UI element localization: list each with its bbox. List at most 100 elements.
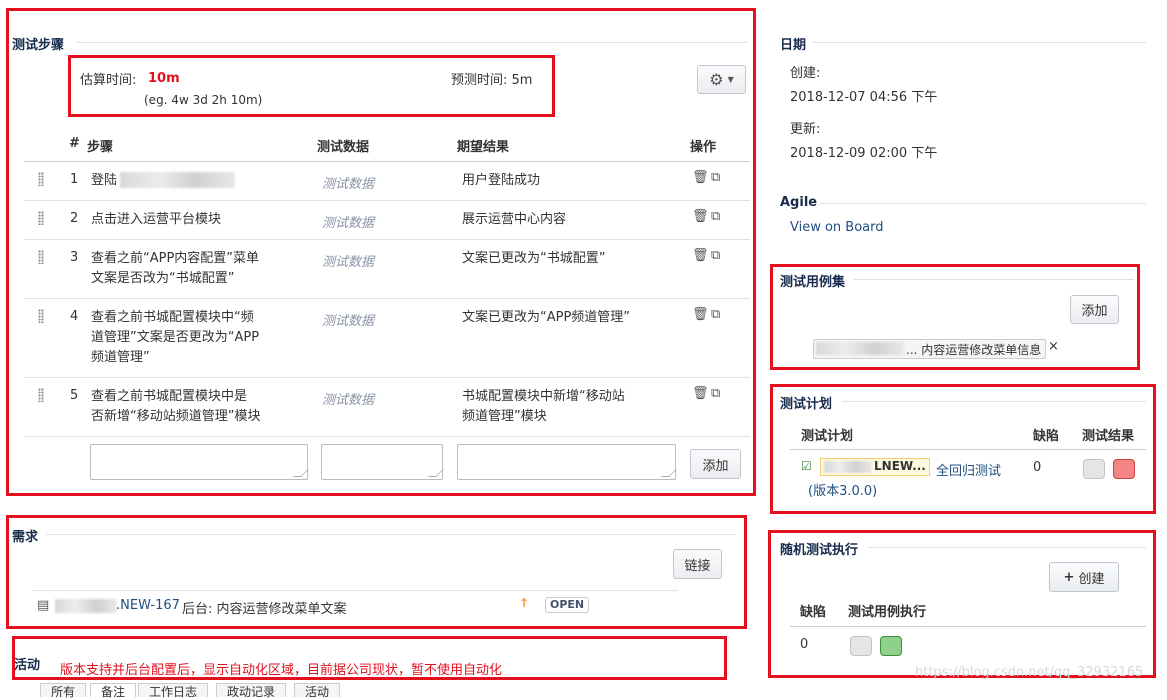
row-divider — [24, 239, 750, 240]
col-step: 步骤 — [87, 140, 114, 155]
plan-name-link[interactable]: 全回归测试 — [936, 460, 1001, 479]
step-text-line: 文案是否改为“书城配置” — [91, 271, 235, 286]
step-text-line: 查看之前书城配置模块中“频 — [91, 310, 254, 325]
step-text-line: 否新增“移动站频道管理”模块 — [91, 409, 261, 424]
col-test-result: 测试结果 — [1082, 429, 1135, 444]
step-text-line: 查看之前“APP内容配置”菜单 — [91, 251, 260, 266]
create-execution-label: 创建 — [1078, 571, 1105, 587]
row-divider — [24, 200, 750, 201]
result-none-indicator — [1083, 459, 1105, 479]
settings-dropdown-button[interactable]: ⚙ ▼ — [697, 65, 746, 94]
step-text: 点击进入运营平台模块 — [91, 212, 222, 227]
new-step-textarea[interactable] — [90, 444, 308, 480]
drag-handle[interactable] — [38, 211, 44, 225]
view-on-board-link[interactable]: View on Board — [790, 220, 884, 235]
step-text: 登陆 — [91, 173, 118, 188]
trash-icon[interactable]: 🗑 — [692, 209, 709, 224]
redacted-text — [824, 461, 872, 473]
clone-icon[interactable]: ⧉ — [711, 209, 720, 224]
tab-all[interactable]: 所有 — [40, 683, 87, 699]
trash-icon[interactable]: 🗑 — [692, 307, 709, 322]
test-data-placeholder[interactable]: 测试数据 — [322, 173, 374, 192]
row-divider — [24, 377, 750, 378]
divider — [76, 42, 748, 43]
dates-title: 日期 — [780, 38, 807, 53]
expected-result-line: 频道管理”模块 — [462, 409, 547, 424]
header-divider — [24, 161, 750, 162]
redacted-text — [816, 342, 904, 355]
step-num: 5 — [70, 388, 79, 403]
forecast-time: 预测时间: 5m — [451, 73, 533, 88]
story-icon: ▤ — [37, 598, 50, 613]
header-divider — [790, 626, 1146, 627]
requirements-title: 需求 — [12, 530, 39, 545]
estimate-hint: (eg. 4w 3d 2h 10m) — [144, 93, 263, 107]
tab-history[interactable]: 政动记录 — [216, 683, 287, 699]
status-badge: OPEN — [545, 597, 590, 613]
test-set-tag[interactable]: ... 内容运营修改菜单信息 — [813, 339, 1046, 359]
col-actions: 操作 — [690, 140, 717, 155]
drag-handle[interactable] — [38, 309, 44, 323]
step-text-line: 查看之前书城配置模块中是 — [91, 389, 248, 404]
test-data-placeholder[interactable]: 测试数据 — [322, 212, 374, 231]
step-num: 4 — [70, 309, 79, 324]
issue-summary[interactable]: 后台: 内容运营修改菜单文案 — [182, 598, 347, 617]
clone-icon[interactable]: ⧉ — [711, 248, 720, 263]
estimate-label: 估算时间: — [80, 73, 137, 88]
clone-icon[interactable]: ⧉ — [711, 170, 720, 185]
trash-icon[interactable]: 🗑 — [692, 170, 709, 185]
plan-key[interactable]: LNEW... — [874, 459, 926, 473]
plan-version[interactable]: (版本3.0.0) — [808, 480, 877, 499]
new-expected-textarea[interactable] — [457, 444, 676, 480]
col-data: 测试数据 — [317, 140, 370, 155]
test-data-placeholder[interactable]: 测试数据 — [322, 389, 374, 408]
create-execution-button[interactable]: + 创建 — [1049, 562, 1119, 592]
drag-handle[interactable] — [38, 172, 44, 186]
divider — [32, 590, 678, 591]
test-data-placeholder[interactable]: 测试数据 — [322, 251, 374, 270]
tab-activity[interactable]: 活动 — [294, 683, 341, 699]
drag-handle[interactable] — [38, 388, 44, 402]
remove-tag-icon[interactable]: × — [1048, 339, 1059, 354]
expected-result: 用户登陆成功 — [462, 173, 541, 188]
divider — [820, 203, 1146, 204]
divider — [868, 547, 1146, 548]
adhoc-title: 随机测试执行 — [780, 543, 859, 558]
add-test-set-button[interactable]: 添加 — [1070, 295, 1119, 324]
step-text-line: 频道管理” — [91, 350, 150, 365]
divider — [842, 401, 1146, 402]
add-step-button[interactable]: 添加 — [690, 449, 741, 479]
link-issue-button[interactable]: 链接 — [673, 549, 722, 579]
tab-worklog[interactable]: 工作日志 — [138, 683, 209, 699]
expected-result: 展示运营中心内容 — [462, 212, 567, 227]
expected-result-line: 书城配置模块中新增“移动站 — [462, 389, 625, 404]
col-defects: 缺陷 — [800, 605, 827, 620]
issue-key-link[interactable]: .NEW-167 — [116, 598, 180, 613]
test-data-placeholder[interactable]: 测试数据 — [322, 310, 374, 329]
row-divider — [24, 298, 750, 299]
clone-icon[interactable]: ⧉ — [711, 307, 720, 322]
exec-pass-indicator — [880, 636, 902, 656]
estimate-value[interactable]: 10m — [148, 71, 180, 86]
drag-handle[interactable] — [38, 250, 44, 264]
divider — [46, 534, 736, 535]
exec-none-indicator — [850, 636, 872, 656]
created-label: 创建: — [790, 66, 821, 81]
col-defects: 缺陷 — [1033, 429, 1060, 444]
trash-icon[interactable]: 🗑 — [692, 248, 709, 263]
step-text-line: 道管理”文案是否更改为“APP — [91, 330, 260, 345]
result-fail-indicator — [1113, 459, 1135, 479]
chevron-down-icon: ▼ — [727, 75, 734, 84]
step-num: 2 — [70, 211, 79, 226]
test-sets-title: 测试用例集 — [780, 275, 846, 290]
test-set-tag-label: ... 内容运营修改菜单信息 — [906, 343, 1042, 357]
trash-icon[interactable]: 🗑 — [692, 386, 709, 401]
tab-comments[interactable]: 备注 — [90, 683, 137, 699]
col-test-execution: 测试用例执行 — [848, 605, 927, 620]
test-steps-title: 测试步骤 — [12, 38, 65, 53]
gear-icon: ⚙ — [709, 70, 724, 89]
new-data-textarea[interactable] — [321, 444, 443, 480]
clone-icon[interactable]: ⧉ — [711, 386, 720, 401]
updated-label: 更新: — [790, 122, 821, 137]
col-num: # — [69, 136, 80, 151]
